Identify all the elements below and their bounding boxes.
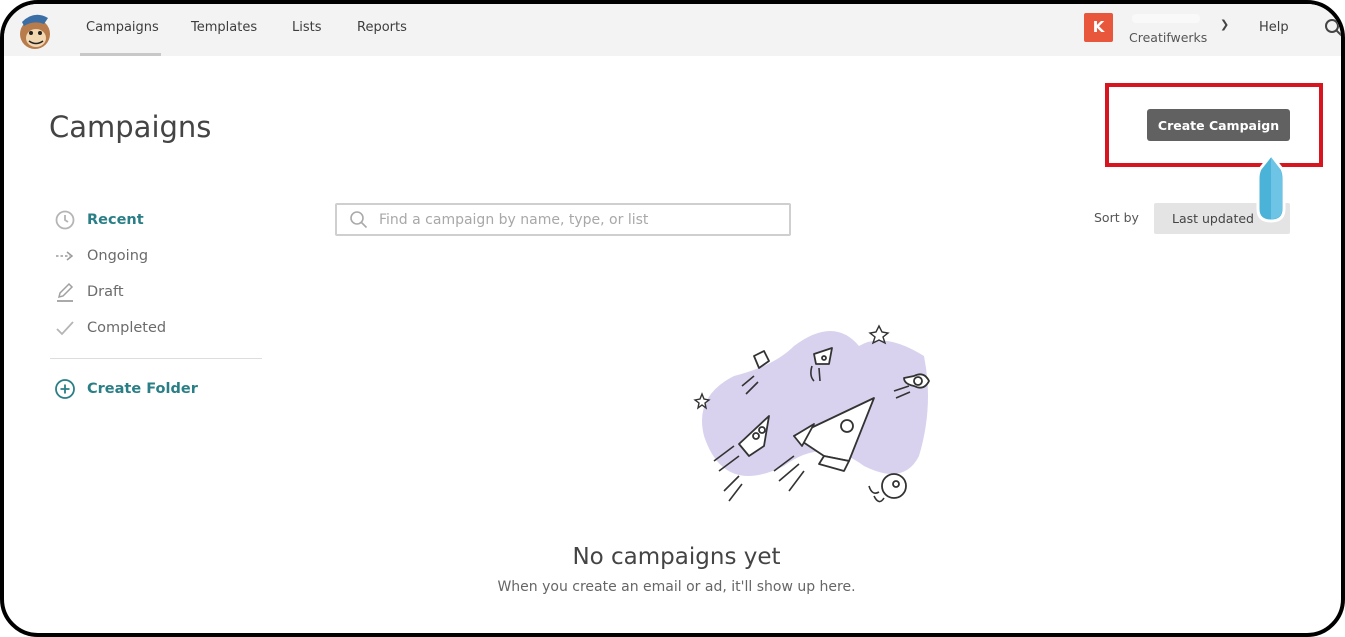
page-title: Campaigns xyxy=(49,110,212,144)
empty-state-title: No campaigns yet xyxy=(572,544,781,570)
chevron-down-icon[interactable]: ❯ xyxy=(1220,18,1229,31)
account-avatar[interactable]: K xyxy=(1084,13,1113,42)
sidebar-item-label: Draft xyxy=(87,284,124,300)
account-username-redacted xyxy=(1132,14,1200,23)
nav-tab-campaigns[interactable]: Campaigns xyxy=(86,20,159,35)
account-org-name[interactable]: Creatifwerks xyxy=(1129,30,1207,45)
clock-icon xyxy=(54,209,76,231)
pencil-icon xyxy=(54,281,76,303)
help-link[interactable]: Help xyxy=(1259,20,1289,35)
create-folder-label: Create Folder xyxy=(87,381,198,397)
sidebar-divider xyxy=(50,358,262,359)
campaign-search-field[interactable] xyxy=(335,203,791,236)
active-tab-indicator xyxy=(80,53,161,56)
sidebar-item-ongoing[interactable]: Ongoing xyxy=(54,245,148,267)
sidebar-item-draft[interactable]: Draft xyxy=(54,281,124,303)
sidebar-item-completed[interactable]: Completed xyxy=(54,317,166,339)
sort-by-label: Sort by xyxy=(1094,210,1139,225)
nav-tab-reports[interactable]: Reports xyxy=(357,20,407,35)
checkmark-icon xyxy=(54,317,76,339)
empty-state-subtitle: When you create an email or ad, it'll sh… xyxy=(497,579,856,595)
nav-tab-lists[interactable]: Lists xyxy=(292,20,322,35)
sidebar-item-label: Completed xyxy=(87,320,167,336)
dashed-arrow-icon xyxy=(54,245,76,267)
sidebar-item-label: Recent xyxy=(87,212,144,228)
sidebar-item-label: Ongoing xyxy=(87,248,149,264)
pointer-annotation-icon xyxy=(1256,153,1286,223)
top-navigation-bar: Campaigns Templates Lists Reports K Crea… xyxy=(4,4,1341,56)
campaign-search-input[interactable] xyxy=(377,208,781,232)
nav-tab-templates[interactable]: Templates xyxy=(191,20,257,35)
sidebar-item-recent[interactable]: Recent xyxy=(54,209,144,231)
search-icon[interactable] xyxy=(1324,18,1344,38)
app-window: Campaigns Templates Lists Reports K Crea… xyxy=(0,0,1345,637)
rockets-illustration xyxy=(693,324,930,503)
create-campaign-button[interactable]: Create Campaign xyxy=(1147,109,1290,141)
plus-circle-icon xyxy=(54,378,76,400)
create-folder-button[interactable]: Create Folder xyxy=(54,378,198,400)
mailchimp-logo[interactable] xyxy=(14,8,56,52)
search-icon xyxy=(350,211,368,229)
